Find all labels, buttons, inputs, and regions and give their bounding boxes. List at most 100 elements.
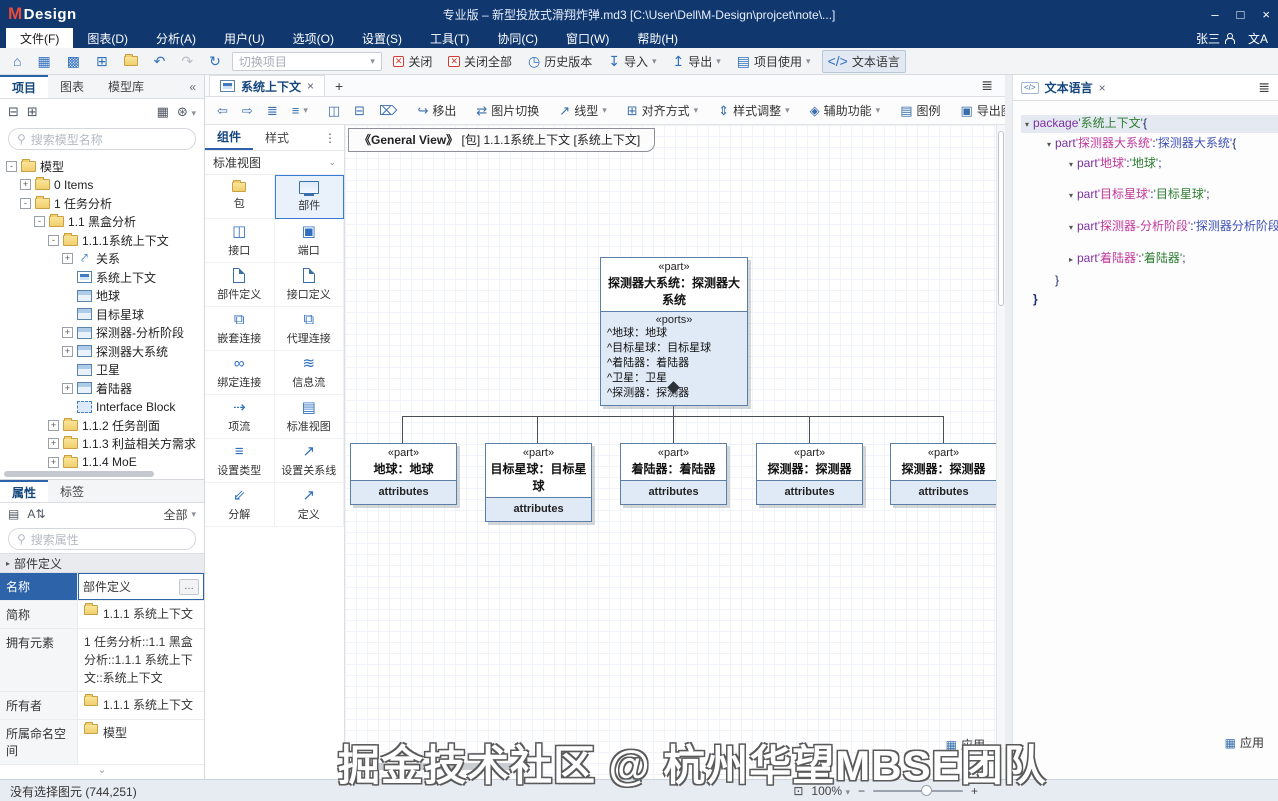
image-switch-button[interactable]: ⇄图片切换 [470,99,545,122]
project-usage-button[interactable]: ▤项目使用▾ [732,51,816,72]
part-box-地球：地球[interactable]: «part»地球：地球attributes [350,443,457,505]
code-line[interactable]: } [1021,291,1278,308]
expand-expander-icon[interactable]: + [62,253,73,264]
panel-collapse-chevron-icon[interactable]: ⌄ [0,765,204,779]
tab-组件[interactable]: 组件 [205,125,253,150]
tree-hscrollbar[interactable] [4,471,200,479]
export-button[interactable]: ↥导出▾ [668,51,726,72]
layers-button[interactable]: ≣ [261,101,284,120]
tree-item-1 任务分析[interactable]: -1 任务分析 [6,194,204,213]
canvas-hscrollbar[interactable] [347,763,525,770]
zoom-level[interactable]: 100% ▾ [811,784,850,798]
expander-arrow-icon[interactable]: ▾ [1065,219,1077,236]
text-language-button[interactable]: </>文本语言 [822,50,906,73]
menu-用户(U)[interactable]: 用户(U) [210,28,279,48]
tree-item-1.1.3 利益相关方需求[interactable]: +1.1.3 利益相关方需求 [6,435,204,454]
expand-expander-icon[interactable]: + [48,457,59,468]
delete-button[interactable]: ⌦ [373,101,403,120]
tool-proxy-conn[interactable]: ⧉代理连接 [275,307,345,351]
nav-forward-button[interactable]: ⇨ [236,101,259,120]
import-button[interactable]: ↧导入▾ [603,51,661,72]
panel-menu-icon[interactable]: ≣ [1258,79,1270,96]
menu-图表(D)[interactable]: 图表(D) [73,28,142,48]
part-box-着陆器：着陆器[interactable]: «part»着陆器：着陆器attributes [620,443,727,505]
part-box-目标星球：目标星球[interactable]: «part»目标星球：目标星球attributes [485,443,592,522]
code-line[interactable]: } [1021,272,1278,289]
property-value[interactable]: 部件定义… [78,573,204,600]
menu-窗口(W)[interactable]: 窗口(W) [552,28,623,48]
menu-设置(S)[interactable]: 设置(S) [348,28,416,48]
tab-模型库[interactable]: 模型库 [96,75,156,98]
property-search-input[interactable]: ⚲ 搜索属性 [8,528,196,550]
property-value[interactable]: 1.1.1 系统上下文 [78,601,204,628]
panel-divider[interactable] [1005,75,1013,779]
save-button[interactable]: ▦ [32,52,55,70]
tree-item-模型[interactable]: -模型 [6,157,204,176]
tool-nested-conn[interactable]: ⧉嵌套连接 [205,307,275,351]
align-button[interactable]: ⊞对齐方式▾ [621,99,704,122]
palette-menu-icon[interactable]: ⋮ [316,125,344,150]
document-tab-system-context[interactable]: 系统上下文 × [209,75,325,96]
collapse-expander-icon[interactable]: - [48,235,59,246]
expand-expander-icon[interactable]: + [62,346,73,357]
tool-item-flow[interactable]: ⇢项流 [205,395,275,439]
textlang-apply-button[interactable]: ▦ 应用 [1225,734,1264,751]
diagram-canvas[interactable]: 《General View》 [包] 1.1.1系统上下文 [系统上下文] «p… [345,125,1005,779]
tab-样式[interactable]: 样式 [253,125,301,150]
tab-标签[interactable]: 标签 [48,480,96,502]
tab-close-icon[interactable]: × [1099,81,1106,95]
copy-button[interactable]: ◫ [322,101,346,120]
tool-interface[interactable]: ◫接口 [205,219,275,263]
close-button[interactable]: × [1262,7,1270,22]
language-toggle[interactable]: 文A [1248,30,1268,47]
prop-list-icon[interactable]: ▤ [8,507,19,521]
fit-view-icon[interactable]: ⊡ [793,784,803,798]
tab-menu-icon[interactable]: ≣ [969,75,1005,96]
tree-item-关系[interactable]: +⤤关系 [6,250,204,269]
home-button[interactable]: ⌂ [8,52,26,70]
part-box-探测器：探测器[interactable]: «part»探测器：探测器attributes [890,443,997,505]
tree-item-系统上下文[interactable]: 系统上下文 [6,268,204,287]
tool-info-flow[interactable]: ≋信息流 [275,351,345,395]
code-line[interactable]: ▾part '地球' : '地球'; [1021,155,1278,173]
expand-all-icon[interactable]: ⊞ [27,104,38,120]
save-all-button[interactable]: ▩ [62,52,85,70]
expand-expander-icon[interactable]: + [48,438,59,449]
property-value[interactable]: 模型 [78,720,204,764]
tool-part-def[interactable]: 部件定义 [205,263,275,307]
expander-arrow-icon[interactable]: ▾ [1021,116,1033,133]
canvas-vscrollbar[interactable] [996,125,1005,779]
tab-图表[interactable]: 图表 [48,75,96,98]
tree-item-着陆器[interactable]: +着陆器 [6,379,204,398]
tab-项目[interactable]: 项目 [0,75,48,98]
menu-协同(C)[interactable]: 协同(C) [483,28,552,48]
expander-arrow-icon[interactable]: ▾ [1065,187,1077,204]
new-file-button[interactable]: ⊞ [91,52,113,70]
model-search-input[interactable]: ⚲ 搜索模型名称 [8,128,196,150]
menu-帮助(H)[interactable]: 帮助(H) [623,28,692,48]
palette-group-header[interactable]: 标准视图 ⌄ [205,151,344,175]
menu-分析(A)[interactable]: 分析(A) [142,28,210,48]
zoom-slider[interactable] [873,790,963,792]
tool-standard-view[interactable]: ▤标准视图 [275,395,345,439]
tab-close-icon[interactable]: × [307,79,314,93]
expand-expander-icon[interactable]: + [62,327,73,338]
maximize-button[interactable]: □ [1237,7,1245,22]
tree-item-1.1.4 MoE[interactable]: +1.1.4 MoE [6,453,204,471]
refresh-button[interactable]: ↻ [204,52,226,70]
outline-button[interactable]: ≡▾ [286,101,314,120]
text-language-code[interactable]: ▾package '系统上下文' {▾part '探测器大系统' : '探测器大… [1013,101,1278,779]
menu-文件(F)[interactable]: 文件(F) [6,28,73,48]
tree-item-1.1 黑盒分析[interactable]: -1.1 黑盒分析 [6,213,204,232]
history-version-button[interactable]: ◷历史版本 [523,51,597,72]
collapse-expander-icon[interactable]: - [34,216,45,227]
zoom-out-button[interactable]: − [858,784,865,798]
tree-item-0 Items[interactable]: +0 Items [6,176,204,195]
text-language-tab[interactable]: </> 文本语言 × ≣ [1013,75,1278,101]
tree-item-目标星球[interactable]: 目标星球 [6,305,204,324]
tree-item-卫星[interactable]: 卫星 [6,361,204,380]
prop-sort-icon[interactable]: A⇅ [27,507,45,521]
code-line[interactable]: ▾part '探测器大系统' : '探测器大系统' { [1021,135,1278,153]
tool-define[interactable]: ↗定义 [275,483,345,527]
tool-interface-def[interactable]: 接口定义 [275,263,345,307]
